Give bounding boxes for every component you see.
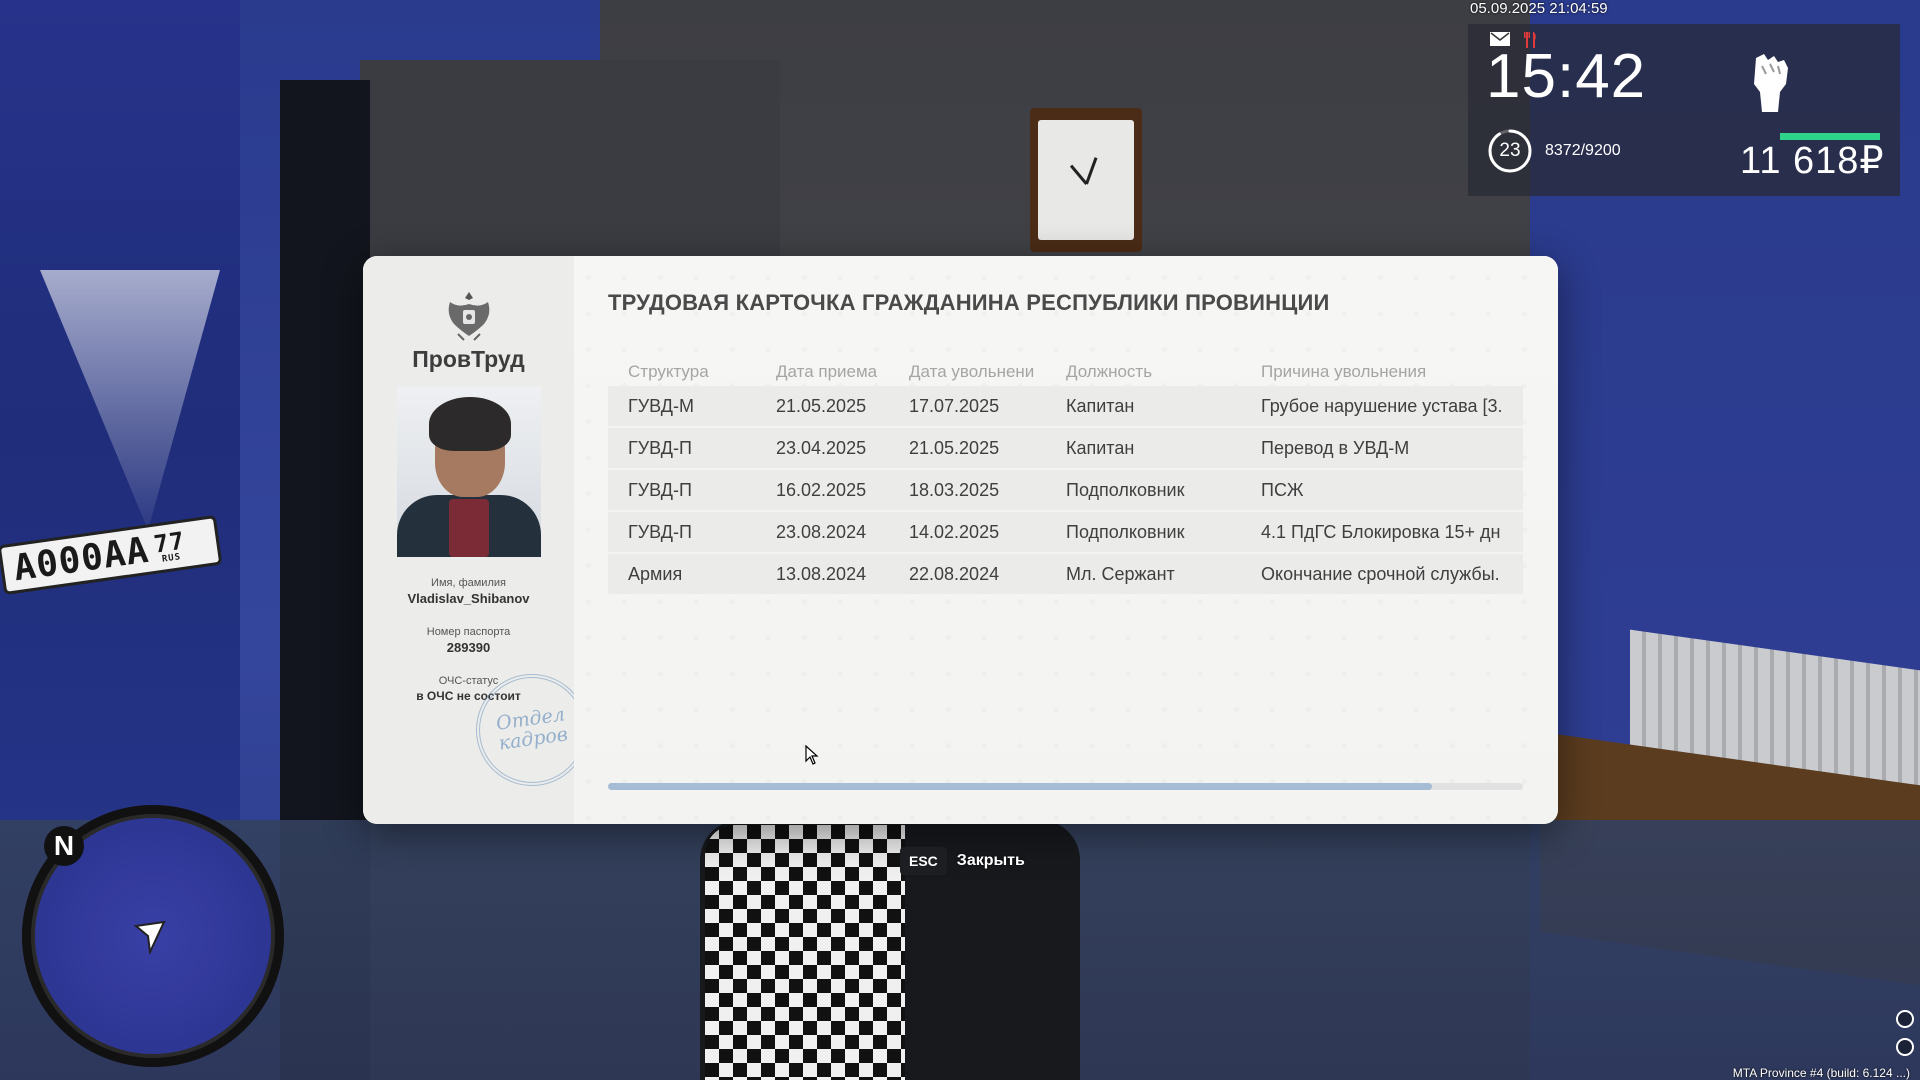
- table-row: ГУВД-П 23.04.2025 21.05.2025 Капитан Пер…: [608, 427, 1523, 469]
- column-header: Дата приема: [776, 362, 878, 381]
- close-label[interactable]: Закрыть: [957, 852, 1025, 870]
- character-checkered-jacket: [705, 825, 905, 1080]
- cell-structure: Армия: [628, 563, 683, 584]
- fist-icon: [1754, 54, 1788, 112]
- cell-dismissal-date: 14.02.2025: [909, 521, 1000, 542]
- cell-dismissal-reason: Перевод в УВД-М: [1261, 437, 1410, 458]
- employment-card-modal: ПровТруд Имя, фамилия Vladislav_Shibanov…: [363, 256, 1558, 824]
- player-arrow-icon: [133, 920, 166, 954]
- clock-face: [1038, 120, 1134, 240]
- wall-clock: [1030, 108, 1142, 252]
- cell-dismissal-date: 21.05.2025: [909, 437, 1000, 458]
- cell-dismissal-date: 22.08.2024: [909, 563, 1000, 584]
- scrollbar-thumb[interactable]: [608, 783, 1432, 790]
- cell-structure: ГУВД-П: [628, 521, 692, 542]
- cell-structure: ГУВД-П: [628, 479, 692, 500]
- name-value: Vladislav_Shibanov: [407, 591, 530, 606]
- employment-table: Структура Дата приема Дата увольнени Дол…: [608, 358, 1523, 596]
- table-row: ГУВД-П 16.02.2025 18.03.2025 Подполковни…: [608, 469, 1523, 511]
- cell-dismissal-date: 18.03.2025: [909, 479, 1000, 500]
- column-header: Должность: [1066, 362, 1153, 381]
- side-icons: [1896, 1010, 1914, 1056]
- clock-hand-minute: [1085, 157, 1098, 185]
- card-title: ТРУДОВАЯ КАРТОЧКА ГРАЖДАНИНА РЕСПУБЛИКИ …: [608, 290, 1330, 315]
- cell-structure: ГУВД-П: [628, 437, 692, 458]
- brand-name: ПровТруд: [412, 346, 525, 372]
- cell-position: Мл. Сержант: [1066, 563, 1175, 584]
- employment-table-viewport[interactable]: Структура Дата приема Дата увольнени Дол…: [608, 358, 1523, 596]
- table-row: Армия 13.08.2024 22.08.2024 Мл. Сержант …: [608, 553, 1523, 595]
- cell-hire-date: 16.02.2025: [776, 479, 867, 500]
- plate-region: 77 RUS: [152, 526, 187, 565]
- column-header: Дата увольнени: [909, 362, 1035, 381]
- cell-hire-date: 23.04.2025: [776, 437, 867, 458]
- passport-value: 289390: [446, 640, 491, 655]
- cell-position: Подполковник: [1066, 479, 1185, 500]
- plate-country: RUS: [161, 551, 182, 565]
- cell-hire-date: 13.08.2024: [776, 563, 867, 584]
- cell-position: Капитан: [1066, 437, 1135, 458]
- mouse-cursor-icon: [805, 745, 819, 765]
- table-row: ГУВД-П 23.08.2024 14.02.2025 Подполковни…: [608, 511, 1523, 553]
- esc-key-badge[interactable]: ESC: [900, 847, 947, 875]
- hud-experience: 8372/9200: [1545, 142, 1621, 159]
- cell-dismissal-reason: 4.1 ПдГС Блокировка 15+ дн: [1261, 521, 1501, 542]
- passport-label: Номер паспорта: [426, 626, 511, 638]
- settings-icon[interactable]: [1896, 1010, 1914, 1028]
- cell-dismissal-date: 17.07.2025: [909, 395, 1000, 416]
- health-bar: [1780, 133, 1880, 140]
- voice-icon[interactable]: [1896, 1038, 1914, 1056]
- cell-dismissal-reason: Грубое нарушение устава [3.: [1261, 395, 1503, 416]
- cell-hire-date: 23.08.2024: [776, 521, 867, 542]
- column-header: Причина увольнения: [1261, 362, 1427, 381]
- hud-datetime: 05.09.2025 21:04:59: [1470, 0, 1608, 17]
- column-header: Структура: [628, 362, 709, 381]
- table-row: ГУВД-М 21.05.2025 17.07.2025 Капитан Гру…: [608, 386, 1523, 427]
- card-content-panel: ТРУДОВАЯ КАРТОЧКА ГРАЖДАНИНА РЕСПУБЛИКИ …: [574, 256, 1558, 824]
- name-label: Имя, фамилия: [431, 577, 506, 589]
- card-profile-panel: ПровТруд Имя, фамилия Vladislav_Shibanov…: [363, 256, 596, 824]
- build-info: MTA Province #4 (build: 6.124 ...): [1732, 1066, 1910, 1080]
- minimap-north: N: [44, 826, 84, 866]
- table-header-row: Структура Дата приема Дата увольнени Дол…: [608, 358, 1523, 386]
- coat-of-arms-icon: [448, 292, 489, 341]
- hud-money: 11 618₽: [1740, 140, 1885, 182]
- cell-dismissal-reason: Окончание срочной службы.: [1261, 563, 1500, 584]
- cell-dismissal-reason: ПСЖ: [1261, 479, 1304, 500]
- hud-game-time: 15:42: [1486, 42, 1647, 111]
- hud-level: 23: [1499, 140, 1521, 161]
- cell-hire-date: 21.05.2025: [776, 395, 867, 416]
- cell-position: Подполковник: [1066, 521, 1185, 542]
- close-hint[interactable]: ESC Закрыть: [900, 847, 1025, 875]
- horizontal-scrollbar[interactable]: [608, 783, 1523, 790]
- character-photo: [396, 387, 541, 557]
- cell-structure: ГУВД-М: [628, 395, 694, 416]
- status-label: ОЧС-статус: [438, 675, 499, 687]
- plate-region-code: 77: [152, 526, 187, 559]
- cell-position: Капитан: [1066, 395, 1135, 416]
